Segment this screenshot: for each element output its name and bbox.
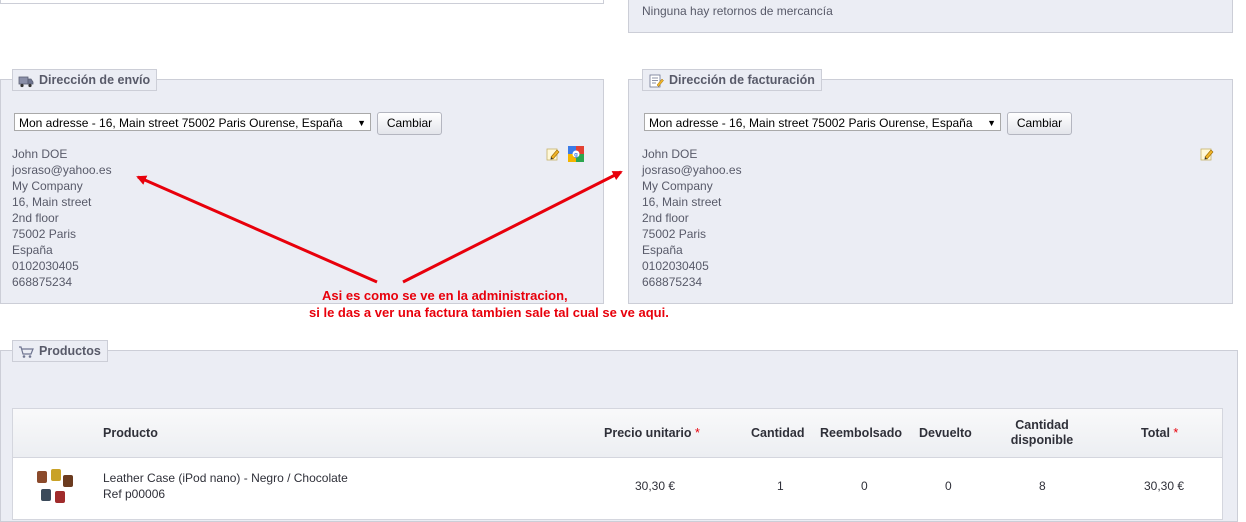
row-total: 30,30 € [1144, 479, 1185, 493]
header-product: Producto [103, 426, 158, 440]
annotation-text-line1: Asi es como se ve en la administracion, [322, 288, 568, 303]
product-ref: Ref p00006 [103, 487, 166, 501]
header-refunded: Reembolsado [820, 426, 902, 440]
product-name[interactable]: Leather Case (iPod nano) - Negro / Choco… [103, 471, 348, 485]
row-quantity: 1 [777, 479, 784, 493]
products-legend: Productos [12, 340, 108, 362]
products-table: Producto Precio unitario * Cantidad Reem… [12, 408, 1223, 520]
products-table-header: Producto Precio unitario * Cantidad Reem… [13, 409, 1222, 458]
product-thumbnail [37, 469, 73, 503]
products-title: Productos [39, 344, 101, 358]
header-total: Total * [1141, 426, 1179, 440]
header-available: Cantidad disponible [1010, 418, 1074, 447]
row-refunded: 0 [861, 479, 868, 493]
row-returned: 0 [945, 479, 952, 493]
annotation-arrow-left [136, 175, 378, 284]
row-available: 8 [1039, 479, 1046, 493]
annotation-text-line2: si le das a ver una factura tambien sale… [309, 305, 669, 320]
cart-icon [19, 346, 34, 358]
row-unit-price: 30,30 € [635, 479, 676, 493]
annotation-arrow-right [402, 170, 623, 284]
header-returned: Devuelto [919, 426, 972, 440]
header-unit-price: Precio unitario * [604, 426, 700, 440]
header-quantity: Cantidad [751, 426, 805, 440]
